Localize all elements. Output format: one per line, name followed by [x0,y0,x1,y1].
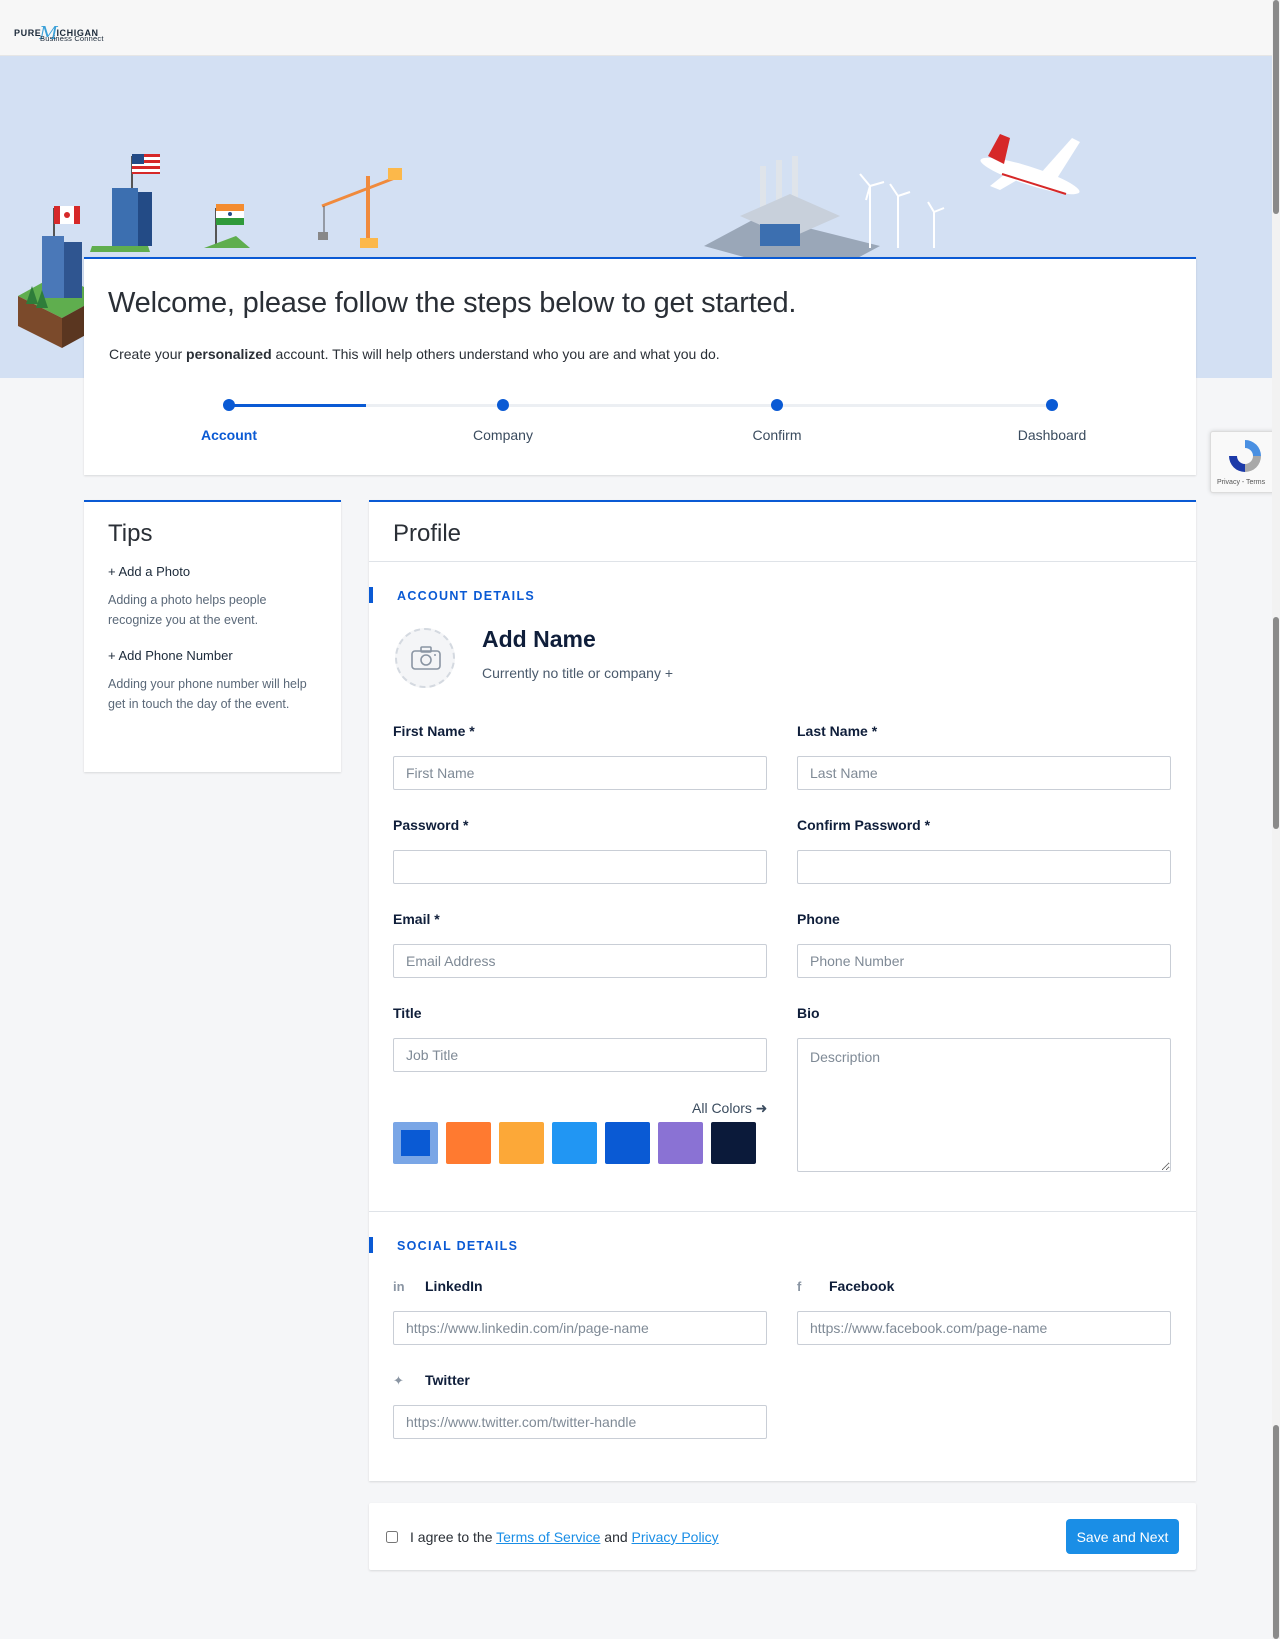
welcome-card: Welcome, please follow the steps below t… [84,257,1196,475]
bio-label: Bio [797,1005,820,1021]
progress-stepper: Account Company Confirm Dashboard [84,399,1196,459]
social-details-heading: SOCIAL DETAILS [369,1237,518,1253]
terms-checkbox[interactable] [386,1531,398,1543]
step-confirm[interactable]: Confirm [707,399,847,443]
divider [369,561,1196,562]
twitter-icon: ✦ [393,1373,404,1388]
password-input[interactable] [393,850,767,884]
last-name-input[interactable] [797,756,1171,790]
phone-input[interactable] [797,944,1171,978]
twitter-label: ✦ Twitter [393,1372,470,1388]
color-swatch[interactable] [499,1122,544,1164]
facebook-label: f Facebook [797,1278,895,1294]
logo-subtitle: Business Connect [40,34,104,43]
tip-add-photo[interactable]: + Add a Photo [108,564,190,579]
step-company[interactable]: Company [433,399,573,443]
all-colors-link[interactable]: All Colors ➜ [692,1100,768,1117]
color-swatch[interactable] [605,1122,650,1164]
tip-add-phone[interactable]: + Add Phone Number [108,648,233,663]
pure-michigan-logo[interactable]: PUREMICHIGAN Business Connect [14,18,124,44]
step-dot [771,399,783,411]
password-label: Password * [393,817,469,833]
job-title-input[interactable] [393,1038,767,1072]
scrollbar-thumb[interactable] [1273,0,1279,214]
swatch-fill [401,1130,430,1156]
confirm-password-input[interactable] [797,850,1171,884]
step-dot [1046,399,1058,411]
avatar-upload[interactable] [395,628,455,688]
recaptcha-badge[interactable]: Privacy - Terms [1210,431,1280,493]
scrollbar-thumb[interactable] [1273,617,1279,829]
welcome-intro: Create your personalized account. This w… [109,346,720,362]
tips-title: Tips [108,520,153,547]
step-dot [223,399,235,411]
color-swatch[interactable] [552,1122,597,1164]
color-swatch[interactable] [658,1122,703,1164]
top-bar: PUREMICHIGAN Business Connect [0,0,1272,56]
terms-of-service-link[interactable]: Terms of Service [496,1529,600,1545]
twitter-input[interactable] [393,1405,767,1439]
step-dashboard[interactable]: Dashboard [982,399,1122,443]
step-dot [497,399,509,411]
color-swatch[interactable] [711,1122,756,1164]
title-company-link[interactable]: Currently no title or company + [482,665,673,681]
divider [369,1211,1196,1212]
welcome-heading: Welcome, please follow the steps below t… [108,287,797,319]
email-label: Email * [393,911,440,927]
email-input[interactable] [393,944,767,978]
facebook-input[interactable] [797,1311,1171,1345]
page-scrollbar[interactable] [1272,0,1280,1639]
first-name-input[interactable] [393,756,767,790]
facebook-icon: f [797,1279,802,1294]
first-name-label: First Name * [393,723,475,739]
recaptcha-links[interactable]: Privacy - Terms [1217,479,1265,486]
privacy-policy-link[interactable]: Privacy Policy [632,1529,719,1545]
last-name-label: Last Name * [797,723,878,739]
camera-icon [411,646,441,670]
arrow-right-icon: ➜ [755,1100,768,1116]
recaptcha-icon [1229,440,1261,472]
confirm-password-label: Confirm Password * [797,817,931,833]
save-and-next-button[interactable]: Save and Next [1066,1519,1179,1554]
agreement-text: I agree to the Terms of Service and Priv… [410,1529,719,1545]
profile-card: Profile ACCOUNT DETAILS Add Name Current… [369,500,1196,1481]
color-swatch[interactable] [393,1122,438,1164]
account-details-heading: ACCOUNT DETAILS [369,587,535,603]
scrollbar-thumb[interactable] [1273,1425,1279,1639]
agreement-bar: I agree to the Terms of Service and Priv… [369,1503,1196,1570]
tip-add-photo-body: Adding a photo helps people recognize yo… [108,593,267,627]
linkedin-input[interactable] [393,1311,767,1345]
tip-add-phone-body: Adding your phone number will help get i… [108,677,307,711]
bio-textarea[interactable] [797,1038,1171,1172]
tips-card: Tips + Add a Photo Adding a photo helps … [84,500,341,772]
linkedin-label: in LinkedIn [393,1278,483,1294]
color-swatch[interactable] [446,1122,491,1164]
title-label: Title [393,1005,422,1021]
profile-title: Profile [393,520,462,547]
profile-name[interactable]: Add Name [482,626,596,653]
step-account[interactable]: Account [159,399,299,443]
linkedin-icon: in [393,1279,405,1294]
phone-label: Phone [797,911,840,927]
